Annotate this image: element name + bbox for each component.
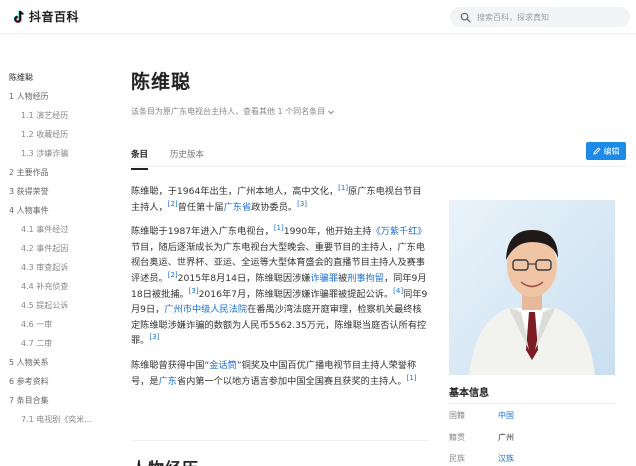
portrait-image[interactable] [449, 200, 615, 375]
text: 曾任第十届 [177, 201, 224, 213]
infobox-label: 国籍 [449, 411, 465, 420]
text: 被 [338, 272, 348, 284]
text: 陈维聪，于1964年出生，广州本地人，高中文化， [131, 186, 339, 197]
toc-item[interactable]: 1.2 收藏经历 [0, 125, 110, 144]
citation-link[interactable]: [3] [297, 200, 307, 208]
inline-link[interactable]: 广东省 [224, 202, 252, 213]
citation-link[interactable]: [4] [393, 287, 403, 295]
text: 1990年，他开始主持 [283, 226, 372, 238]
infobox-divider [449, 403, 615, 404]
toc-item[interactable]: 1 人物经历 [0, 87, 110, 106]
toc-item[interactable]: 2 主要作品 [0, 163, 110, 182]
inline-link[interactable]: 刑事拘留 [347, 273, 384, 284]
citation-link[interactable]: [1] [338, 184, 348, 192]
section-divider [131, 440, 428, 441]
person-portrait-icon [449, 200, 615, 375]
citation-link[interactable]: [3] [189, 287, 199, 295]
text: 省内第一个以地方语言参加中国全国赛且获奖的主持人。 [176, 375, 407, 387]
logo[interactable]: 抖音百科 [13, 8, 79, 25]
citation-link[interactable]: [2] [168, 200, 178, 208]
infobox-row: 国籍 中国 [449, 410, 514, 421]
toc-item[interactable]: 陈维聪 [0, 68, 110, 87]
edit-button-label: 编辑 [603, 146, 620, 156]
paragraph-2: 陈维聪于1987年进入广东电视台，[1]1990年，他开始主持《万紫千红》节目，… [131, 224, 428, 349]
tabs-divider [131, 166, 627, 167]
toc-item[interactable]: 4.4 补充侦查 [0, 277, 110, 296]
top-bar: 抖音百科 [0, 0, 636, 34]
citation-link[interactable]: [3] [149, 333, 159, 341]
inline-link[interactable]: 广州市中级人民法院 [164, 304, 247, 315]
toc-item[interactable]: 6 参考资料 [0, 372, 110, 391]
text: 陈维聪曾获得中国“ [131, 359, 210, 371]
disambiguation-note[interactable]: 该条目为原广东电视台主持人，查看其他 1 个同名条目 [131, 106, 335, 117]
disambiguation-text: 该条目为原广东电视台主持人，查看其他 1 个同名条目 [131, 107, 326, 116]
infobox-title: 基本信息 [449, 388, 489, 399]
infobox-row: 籍贯 广州 [449, 432, 514, 443]
inline-link[interactable]: 金话筒 [209, 360, 237, 371]
toc-item[interactable]: 1.1 演艺经历 [0, 106, 110, 125]
toc-item[interactable]: 7.1 电视剧《奕米... [0, 410, 110, 429]
logo-text: 抖音百科 [29, 10, 80, 24]
paragraph-1: 陈维聪，于1964年出生，广州本地人，高中文化，[1]原广东电视台节目主持人，[… [131, 184, 428, 215]
toc-item[interactable]: 3 获得荣誉 [0, 182, 110, 201]
search-box[interactable] [450, 7, 630, 27]
toc-item[interactable]: 4.1 事件经过 [0, 220, 110, 239]
toc-item[interactable]: 4 人物事件 [0, 201, 110, 220]
citation-link[interactable]: [1] [407, 373, 417, 381]
search-input[interactable] [477, 12, 607, 22]
toc-item[interactable]: 4.7 二审 [0, 334, 110, 353]
article-body: 陈维聪，于1964年出生，广州本地人，高中文化，[1]原广东电视台节目主持人，[… [131, 184, 428, 398]
article-main: 陈维聪 该条目为原广东电视台主持人，查看其他 1 个同名条目 条目 历史版本 编… [131, 34, 636, 466]
infobox-value[interactable]: 中国 [498, 410, 514, 421]
table-of-contents: 陈维聪 1 人物经历 1.1 演艺经历 1.2 收藏经历 1.3 涉嫌诈骗 2 主要作品 3… [0, 68, 110, 429]
edit-button[interactable]: 编辑 [586, 142, 626, 160]
toc-item[interactable]: 4.3 审查起诉 [0, 258, 110, 277]
search-icon [460, 12, 471, 22]
text: 2016年7月，陈维聪因涉嫌诈骗罪被提起公诉。 [198, 288, 394, 300]
citation-link[interactable]: [1] [274, 224, 284, 232]
infobox-label: 籍贯 [449, 433, 465, 442]
chevron-down-icon [328, 110, 335, 114]
infobox-label: 民族 [449, 454, 465, 463]
infobox-value: 广州 [498, 433, 514, 442]
infobox-row: 民族 汉族 [449, 453, 514, 464]
page-title: 陈维聪 [131, 71, 192, 93]
section-heading: 人物经历 [131, 455, 199, 466]
paragraph-3: 陈维聪曾获得中国“金话筒”铜奖及中国百优广播电视节目主持人荣誉称号，是广东省内第… [131, 358, 428, 389]
toc-item[interactable]: 1.3 涉嫌诈骗 [0, 144, 110, 163]
toc-item[interactable]: 4.2 事件起因 [0, 239, 110, 258]
text: 2015年8月14日，陈维聪因涉嫌 [177, 272, 311, 284]
toc-item[interactable]: 4.5 提起公诉 [0, 296, 110, 315]
toc-item[interactable]: 5 人物关系 [0, 353, 110, 372]
toc-item[interactable]: 4.6 一审 [0, 315, 110, 334]
text: 政协委员。 [251, 201, 298, 213]
toc-item[interactable]: 7 条目合集 [0, 391, 110, 410]
infobox-value[interactable]: 汉族 [498, 453, 514, 464]
inline-link[interactable]: 《万紫千红》 [371, 226, 426, 237]
douyin-logo-icon [13, 10, 24, 23]
inline-link[interactable]: 广东 [159, 376, 177, 387]
text: 陈维聪于1987年进入广东电视台， [131, 226, 274, 238]
pencil-icon [592, 147, 601, 155]
citation-link[interactable]: [2] [168, 271, 178, 279]
inline-link[interactable]: 诈骗罪 [310, 273, 338, 284]
